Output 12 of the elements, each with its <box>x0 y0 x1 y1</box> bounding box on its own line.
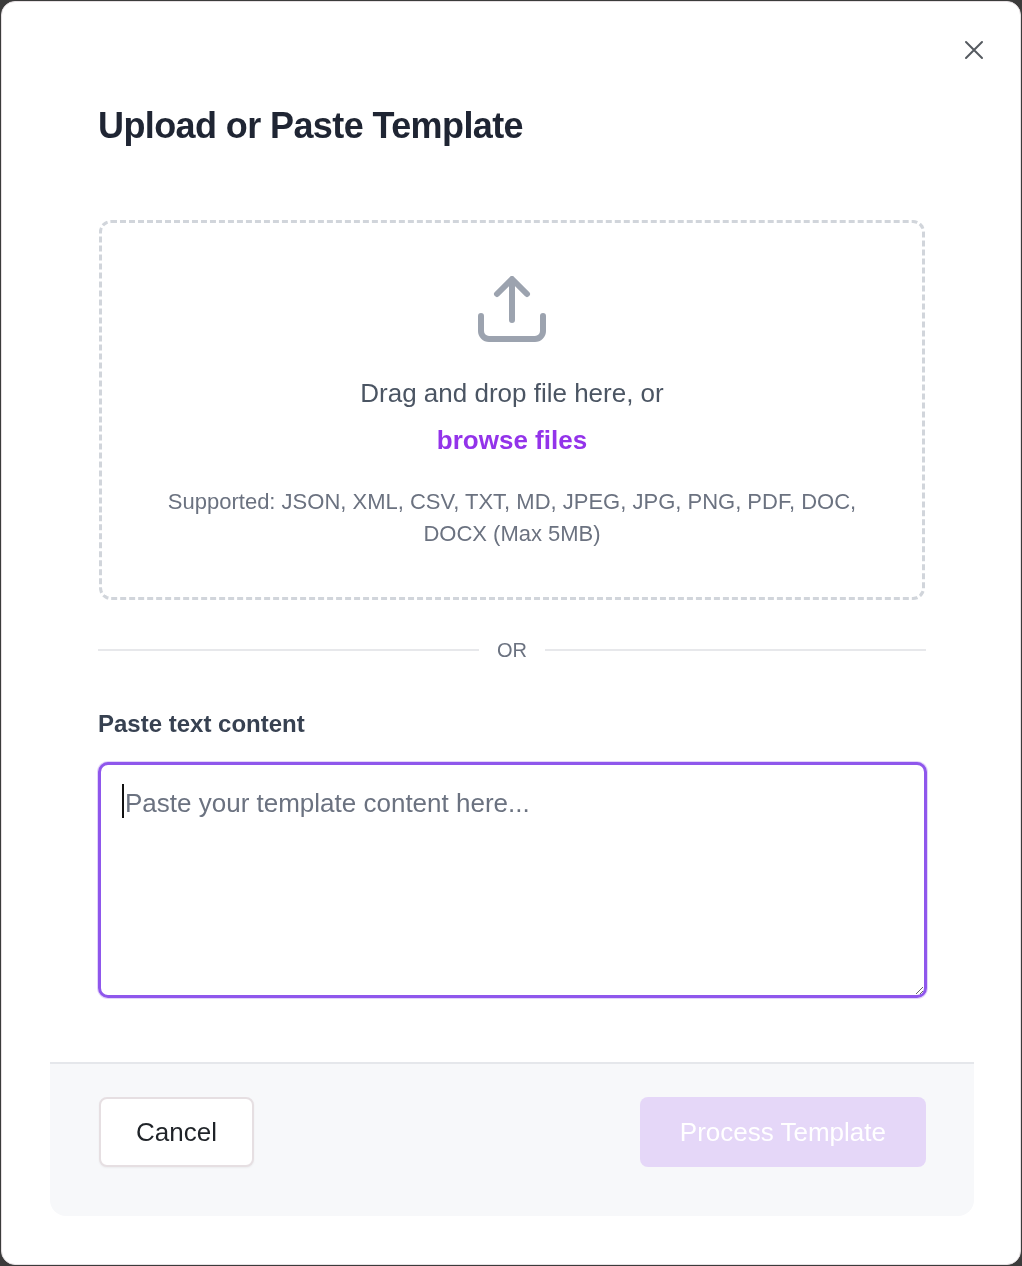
cancel-button[interactable]: Cancel <box>99 1097 254 1167</box>
text-cursor-icon <box>122 784 124 818</box>
file-drop-zone[interactable]: Drag and drop file here, or browse files Supported: JSON, XML, CSV, TXT, MD, JPEG, JPG, PNG, PDF, DOC, DOCX (Max 5MB) <box>99 220 925 600</box>
browse-files-link[interactable]: browse files <box>436 423 588 457</box>
divider-label: OR <box>497 638 527 663</box>
dialog-title: Upload or Paste Template <box>98 104 524 148</box>
close-icon <box>964 40 984 60</box>
paste-field-label: Paste text content <box>98 709 305 739</box>
paste-text-field[interactable]: Paste your template content here... <box>98 762 927 998</box>
supported-formats-text: Supported: JSON, XML, CSV, TXT, MD, JPEG, JPG, PNG, PDF, DOC, DOCX (Max 5MB) <box>166 488 858 548</box>
upload-icon <box>478 276 546 342</box>
drop-prompt-text: Drag and drop file here, or <box>360 377 664 410</box>
